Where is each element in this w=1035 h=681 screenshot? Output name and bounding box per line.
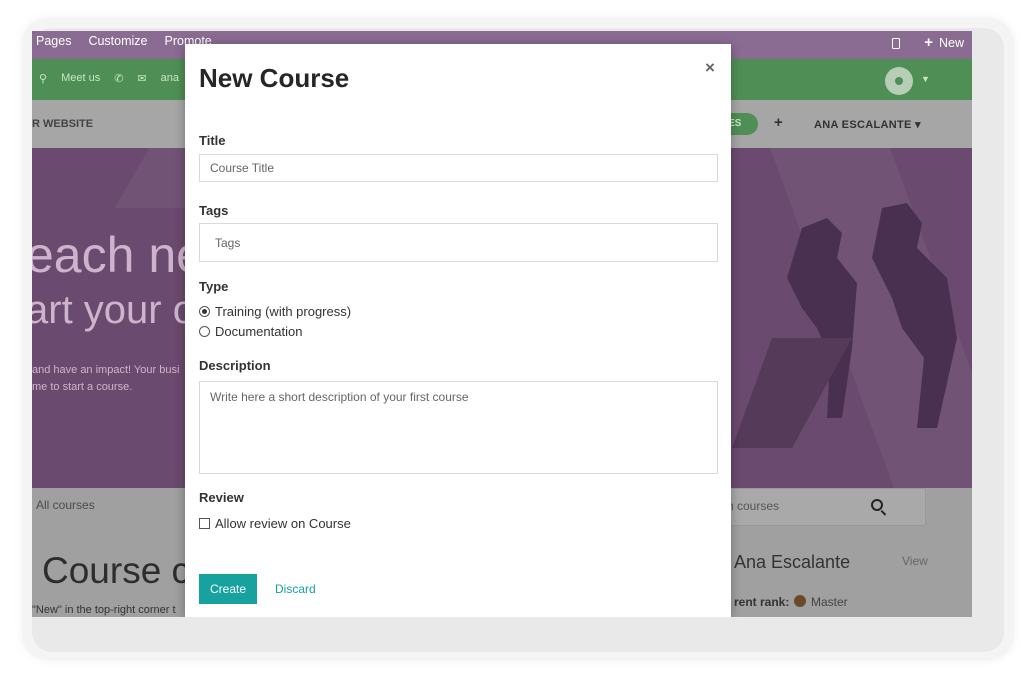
email-link[interactable]: ana bbox=[161, 72, 179, 85]
new-button[interactable]: + New bbox=[924, 34, 964, 51]
profile-user-name: Ana Escalante bbox=[734, 552, 851, 572]
menu-pages[interactable]: Pages bbox=[36, 34, 71, 48]
section-hint-text: "New" in the top-right corner t bbox=[32, 604, 176, 616]
type-label: Type bbox=[199, 279, 229, 294]
create-button[interactable]: Create bbox=[199, 574, 257, 604]
type-option-training-label: Training (with progress) bbox=[215, 304, 352, 319]
type-option-documentation[interactable]: Documentation bbox=[199, 324, 302, 339]
map-marker-icon: ⚲ bbox=[39, 73, 48, 85]
title-label: Title bbox=[199, 133, 226, 148]
nav-add-icon[interactable]: + bbox=[774, 114, 783, 131]
search-courses-box[interactable]: ch courses bbox=[720, 488, 926, 526]
site-brand[interactable]: R WEBSITE bbox=[32, 118, 93, 130]
rank-badge-icon bbox=[794, 595, 806, 607]
description-label: Description bbox=[199, 358, 271, 373]
type-option-training[interactable]: Training (with progress) bbox=[199, 304, 351, 319]
tags-label: Tags bbox=[199, 203, 229, 218]
menu-customize[interactable]: Customize bbox=[88, 34, 147, 48]
dialog-title: New Course bbox=[199, 63, 350, 93]
allow-review-label: Allow review on Course bbox=[215, 516, 351, 531]
hero-title-line2: art your or bbox=[32, 288, 209, 332]
hero-subtitle-line1: and have an impact! Your busi bbox=[32, 364, 180, 376]
mobile-preview-icon[interactable] bbox=[892, 37, 901, 49]
contact-items: ⚲ Meet us ✆ ✉ ana bbox=[39, 72, 179, 85]
review-label: Review bbox=[199, 490, 244, 505]
discard-button[interactable]: Discard bbox=[275, 582, 316, 596]
allow-review-checkbox[interactable] bbox=[199, 518, 210, 529]
new-course-dialog: New Course × Title Tags Type Training (w… bbox=[185, 44, 731, 617]
view-profile-link[interactable]: View bbox=[902, 554, 928, 568]
hero-title-line1: each ne bbox=[32, 227, 204, 283]
nav-user-menu[interactable]: ANA ESCALANTE ▾ bbox=[814, 118, 921, 131]
allow-review-option[interactable]: Allow review on Course bbox=[199, 516, 351, 531]
search-icon[interactable] bbox=[871, 499, 883, 511]
radio-training[interactable] bbox=[199, 306, 210, 317]
course-title-input[interactable] bbox=[199, 154, 718, 182]
close-icon[interactable]: × bbox=[705, 58, 715, 78]
section-title: Course cr bbox=[42, 550, 203, 591]
superhero-silhouette-image bbox=[732, 203, 957, 448]
description-textarea[interactable] bbox=[199, 381, 718, 474]
editor-right-actions: + New bbox=[892, 34, 964, 51]
rank-label: rent rank: bbox=[734, 595, 790, 609]
radio-documentation[interactable] bbox=[199, 326, 210, 337]
website-screen: Pages Customize Promote + New ⚲ Meet us ✆… bbox=[32, 31, 972, 617]
all-courses-breadcrumb[interactable]: All courses bbox=[36, 498, 95, 512]
meet-us-link[interactable]: Meet us bbox=[61, 72, 100, 85]
phone-icon: ✆ bbox=[114, 73, 124, 85]
user-avatar[interactable] bbox=[885, 67, 913, 95]
type-option-documentation-label: Documentation bbox=[215, 324, 303, 339]
plus-icon: + bbox=[924, 34, 933, 51]
rank-value: Master bbox=[811, 595, 848, 609]
hero-subtitle-line2: me to start a course. bbox=[32, 381, 133, 393]
chevron-down-icon[interactable]: ▼ bbox=[921, 74, 930, 84]
tags-input[interactable] bbox=[199, 223, 718, 262]
new-button-label: New bbox=[938, 36, 964, 50]
envelope-icon: ✉ bbox=[137, 73, 147, 85]
